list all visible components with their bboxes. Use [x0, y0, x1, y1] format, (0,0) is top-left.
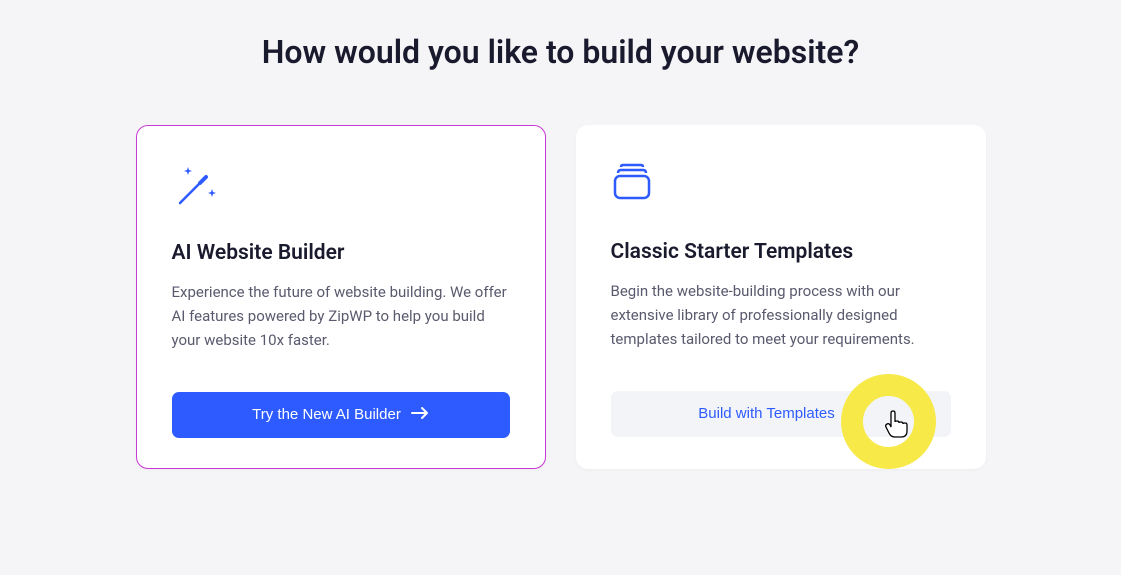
classic-button-label: Build with Templates [698, 405, 834, 422]
page-heading: How would you like to build your website… [261, 30, 861, 75]
classic-templates-card[interactable]: Classic Starter Templates Begin the webs… [576, 125, 986, 469]
classic-card-title: Classic Starter Templates [611, 240, 951, 264]
build-with-templates-button[interactable]: Build with Templates [611, 391, 951, 437]
ai-button-label: Try the New AI Builder [252, 406, 401, 423]
templates-stack-icon [611, 160, 951, 210]
ai-builder-card[interactable]: AI Website Builder Experience the future… [136, 125, 546, 469]
classic-card-description: Begin the website-building process with … [611, 279, 951, 351]
ai-card-description: Experience the future of website buildin… [172, 280, 510, 352]
magic-wand-icon [172, 161, 510, 211]
arrow-right-icon [845, 405, 863, 423]
option-cards-container: AI Website Builder Experience the future… [40, 125, 1081, 469]
try-ai-builder-button[interactable]: Try the New AI Builder [172, 392, 510, 438]
ai-card-title: AI Website Builder [172, 241, 510, 265]
arrow-right-icon [411, 406, 429, 424]
